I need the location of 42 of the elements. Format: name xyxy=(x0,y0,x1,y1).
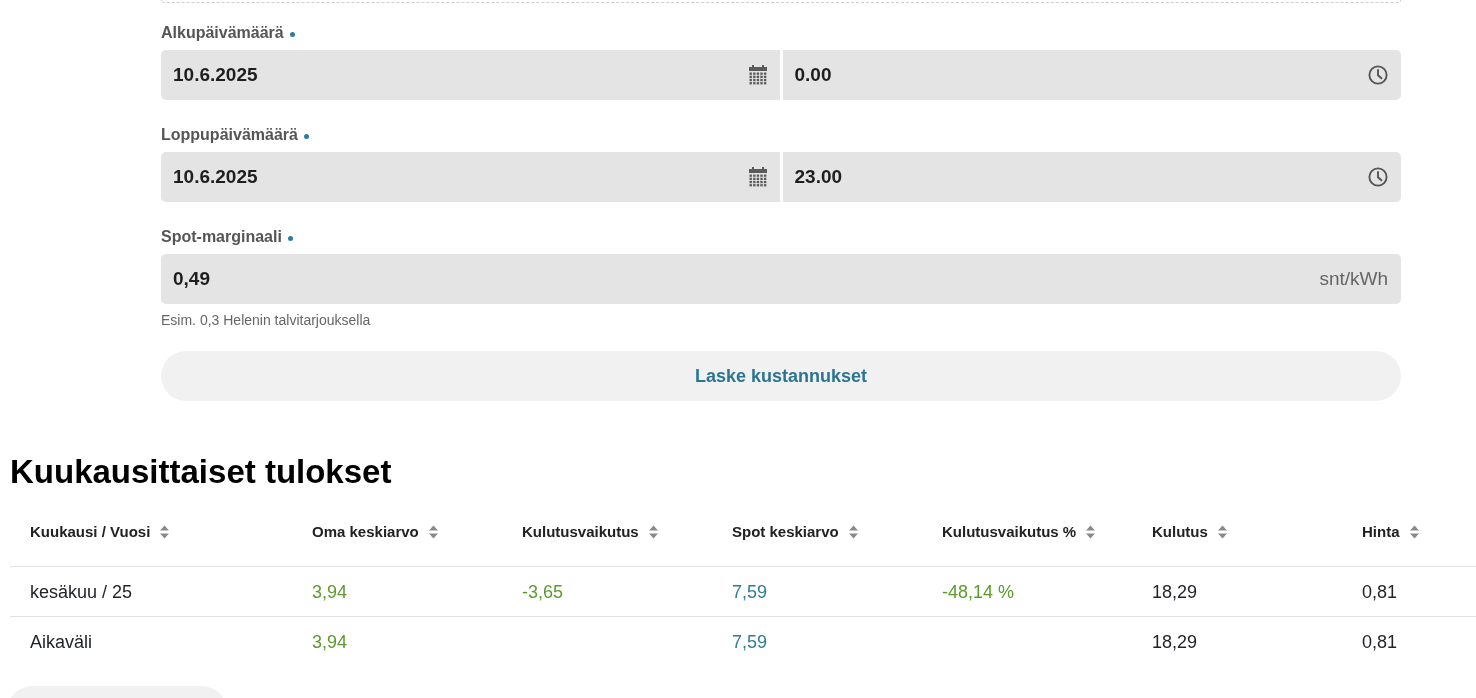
sort-icon xyxy=(848,525,858,539)
table-cell: Aikaväli xyxy=(30,631,93,652)
clock-icon[interactable] xyxy=(1368,167,1388,187)
column-header[interactable]: Hinta xyxy=(1362,521,1419,543)
table-cell: 3,94 xyxy=(312,581,348,602)
table-cell: -3,65 xyxy=(522,581,564,602)
field-label: Alkupäivämäärä xyxy=(161,23,284,43)
column-header[interactable]: Spot keskiarvo xyxy=(732,521,858,543)
date-field[interactable]: 10.6.2025 xyxy=(161,50,780,100)
table-cell: 18,29 xyxy=(1152,631,1198,652)
help-text: Esim. 0,3 Helenin talvitarjouksella xyxy=(161,311,372,329)
column-header[interactable]: Kulutus xyxy=(1152,521,1227,543)
sort-icon xyxy=(1086,525,1096,539)
unit-label: snt/kWh xyxy=(1319,266,1388,291)
sort-icon xyxy=(1217,525,1227,539)
calendar-icon[interactable] xyxy=(748,167,767,187)
table-cell: 3,94 xyxy=(312,631,348,652)
time-field[interactable]: 23.00 xyxy=(782,152,1401,202)
table-cell: kesäkuu / 25 xyxy=(30,581,133,602)
column-header[interactable]: Kuukausi / Vuosi xyxy=(30,521,170,543)
table-cell: 7,59 xyxy=(732,581,768,602)
sort-icon xyxy=(1409,525,1419,539)
table-cell: 0,81 xyxy=(1362,631,1398,652)
date-field[interactable]: 10.6.2025 xyxy=(161,152,780,202)
calendar-icon[interactable] xyxy=(748,65,767,85)
field-label: Loppupäivämäärä xyxy=(161,125,298,145)
clock-icon[interactable] xyxy=(1368,65,1388,85)
sort-icon xyxy=(160,525,170,539)
column-header[interactable]: Oma keskiarvo xyxy=(312,521,438,543)
table-cell: 0,81 xyxy=(1362,581,1398,602)
calculate-button[interactable]: Laske kustannukset xyxy=(161,351,1401,401)
section-title: Kuukausittaiset tulokset xyxy=(10,453,392,491)
column-header[interactable]: Kulutusvaikutus xyxy=(522,521,658,543)
table-cell: -48,14 % xyxy=(942,581,1015,602)
number-field[interactable]: 0,49 snt/kWh xyxy=(161,254,1401,304)
table-cell: 18,29 xyxy=(1152,581,1198,602)
sort-icon xyxy=(428,525,438,539)
field-label: Spot-marginaali xyxy=(161,227,282,247)
sort-icon xyxy=(648,525,658,539)
time-field[interactable]: 0.00 xyxy=(782,50,1401,100)
column-header[interactable]: Kulutusvaikutus % xyxy=(942,521,1096,543)
table-cell: 7,59 xyxy=(732,631,768,652)
